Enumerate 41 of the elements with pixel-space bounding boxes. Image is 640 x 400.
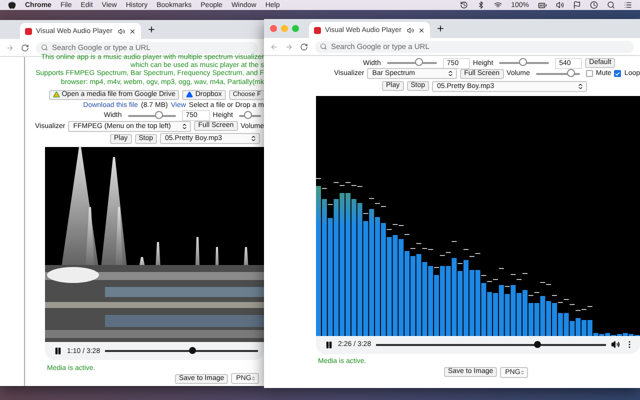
speaker-icon (407, 26, 414, 34)
new-tab-icon[interactable] (147, 25, 156, 34)
search-icon[interactable] (607, 1, 615, 9)
slider-thumb[interactable] (154, 110, 163, 119)
chevrons-icon (251, 375, 256, 382)
battery-icon[interactable] (538, 0, 547, 10)
volume-icon[interactable] (556, 1, 564, 9)
chevrons-icon (181, 122, 188, 130)
close-icon[interactable] (418, 26, 425, 34)
reload-icon[interactable] (300, 42, 308, 50)
chevrons-icon (520, 368, 526, 376)
search-icon (320, 43, 327, 50)
favicon-icon (25, 28, 32, 34)
search-icon (41, 44, 48, 51)
progress-thumb[interactable] (188, 347, 196, 354)
new-tab-icon[interactable] (436, 24, 445, 33)
checkbox[interactable] (586, 70, 593, 78)
reload-icon[interactable] (21, 44, 29, 52)
clock-arrow-icon[interactable] (460, 1, 468, 9)
pause-icon[interactable] (325, 340, 333, 348)
box-icon (186, 91, 194, 98)
slider-thumb[interactable] (415, 58, 424, 66)
chevrons-icon (250, 135, 257, 142)
flag-icon[interactable] (573, 1, 581, 9)
checkbox[interactable] (614, 70, 622, 78)
slider-thumb[interactable] (518, 58, 527, 66)
bluetooth-icon[interactable] (477, 1, 486, 9)
list-icon[interactable] (624, 1, 632, 9)
slider-thumb[interactable] (244, 110, 252, 119)
speaker-icon (118, 28, 125, 34)
close-icon[interactable] (129, 28, 136, 34)
chevrons-icon (447, 70, 454, 78)
pause-icon[interactable] (54, 347, 62, 355)
drive-icon (52, 91, 60, 98)
volume-icon[interactable] (611, 340, 620, 349)
favicon-icon (314, 26, 321, 34)
chevrons-icon (577, 82, 584, 90)
progress-thumb[interactable] (534, 340, 541, 348)
wifi-icon[interactable] (494, 1, 502, 9)
apple-icon[interactable] (8, 1, 16, 9)
clock-icon[interactable] (590, 1, 598, 9)
